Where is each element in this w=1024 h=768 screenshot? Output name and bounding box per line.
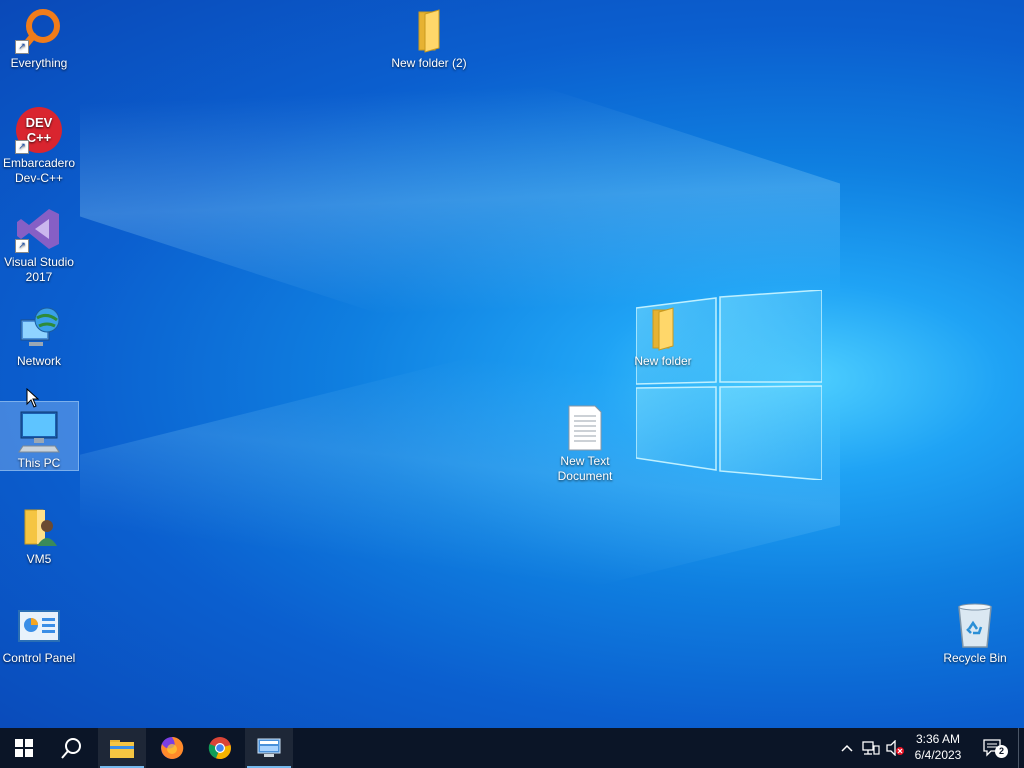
clock-time: 3:36 AM — [915, 732, 961, 746]
desktop-icon-new-text-document[interactable]: New Text Document — [546, 400, 624, 484]
taskbar-chrome[interactable] — [196, 728, 244, 768]
clock[interactable]: 3:36 AM 6/4/2023 — [908, 731, 968, 763]
icon-label: Embarcadero Dev-C++ — [2, 156, 76, 185]
desktop-icon-dev-cpp[interactable]: DEV C++ ↗ Embarcadero Dev-C++ — [0, 102, 78, 186]
icon-label: Recycle Bin — [943, 651, 1007, 665]
network-icon — [15, 304, 63, 352]
shortcut-arrow-icon: ↗ — [15, 140, 29, 154]
icon-label: VM5 — [26, 552, 52, 566]
desktop[interactable]: ↗ Everything DEV C++ ↗ Embarcadero Dev-C… — [0, 0, 1024, 728]
icon-label: Control Panel — [2, 651, 76, 665]
this-pc-icon — [15, 406, 63, 454]
firefox-icon — [161, 736, 184, 759]
desktop-icon-this-pc[interactable]: This PC — [0, 401, 79, 471]
text-document-icon — [561, 404, 609, 452]
network-tray-icon — [862, 741, 880, 755]
shortcut-arrow-icon: ↗ — [15, 239, 29, 253]
dev-text: DEV — [26, 115, 53, 130]
desktop-icon-vm5[interactable]: VM5 — [0, 498, 78, 567]
show-hidden-icons-button[interactable] — [838, 739, 856, 757]
chrome-icon — [208, 737, 231, 760]
remote-desktop-icon — [257, 738, 281, 757]
notification-count-badge: 2 — [995, 745, 1008, 758]
desktop-icon-recycle-bin[interactable]: Recycle Bin — [936, 597, 1014, 666]
desktop-icon-control-panel[interactable]: Control Panel — [0, 597, 78, 666]
clock-date: 6/4/2023 — [914, 748, 962, 762]
taskbar-remote-desktop[interactable] — [245, 728, 293, 768]
cpp-text: C++ — [27, 130, 52, 145]
control-panel-icon — [15, 601, 63, 649]
icon-label: Network — [16, 354, 61, 368]
recycle-bin-icon — [951, 601, 999, 649]
volume-tray-button[interactable] — [886, 739, 904, 757]
taskbar-file-explorer[interactable] — [98, 728, 146, 768]
taskbar-firefox[interactable] — [148, 728, 196, 768]
network-tray-button[interactable] — [862, 739, 880, 757]
mouse-cursor-icon — [26, 388, 40, 408]
desktop-icon-new-folder-2[interactable]: New folder (2) — [390, 2, 468, 71]
show-desktop-button[interactable] — [1018, 728, 1024, 768]
taskbar: 3:36 AM 6/4/2023 2 — [0, 728, 1024, 768]
dev-cpp-icon: DEV C++ ↗ — [15, 106, 63, 154]
shortcut-arrow-icon: ↗ — [15, 40, 29, 54]
volume-muted-icon — [886, 740, 904, 756]
icon-label: This PC — [17, 456, 61, 470]
user-folder-icon — [15, 502, 63, 550]
chevron-up-icon — [841, 744, 853, 752]
desktop-icon-new-folder[interactable]: New folder — [624, 300, 702, 369]
desktop-icon-visual-studio[interactable]: ↗ Visual Studio 2017 — [0, 201, 78, 285]
search-icon — [61, 738, 81, 759]
start-button[interactable] — [0, 728, 48, 768]
icon-label: New folder — [634, 354, 692, 368]
desktop-icon-everything[interactable]: ↗ Everything — [0, 2, 78, 71]
windows-start-icon — [15, 739, 33, 757]
action-center-button[interactable]: 2 — [983, 739, 1008, 758]
visual-studio-icon: ↗ — [15, 205, 63, 253]
folder-icon — [405, 6, 453, 54]
folder-icon — [639, 304, 687, 352]
everything-icon: ↗ — [15, 6, 63, 54]
icon-label: Everything — [10, 56, 68, 70]
file-explorer-icon — [110, 740, 134, 758]
desktop-icon-network[interactable]: Network — [0, 300, 78, 369]
icon-label: New Text Document — [557, 454, 613, 483]
icon-label: New folder (2) — [391, 56, 467, 70]
icon-label: Visual Studio 2017 — [4, 255, 74, 284]
search-button[interactable] — [48, 728, 96, 768]
